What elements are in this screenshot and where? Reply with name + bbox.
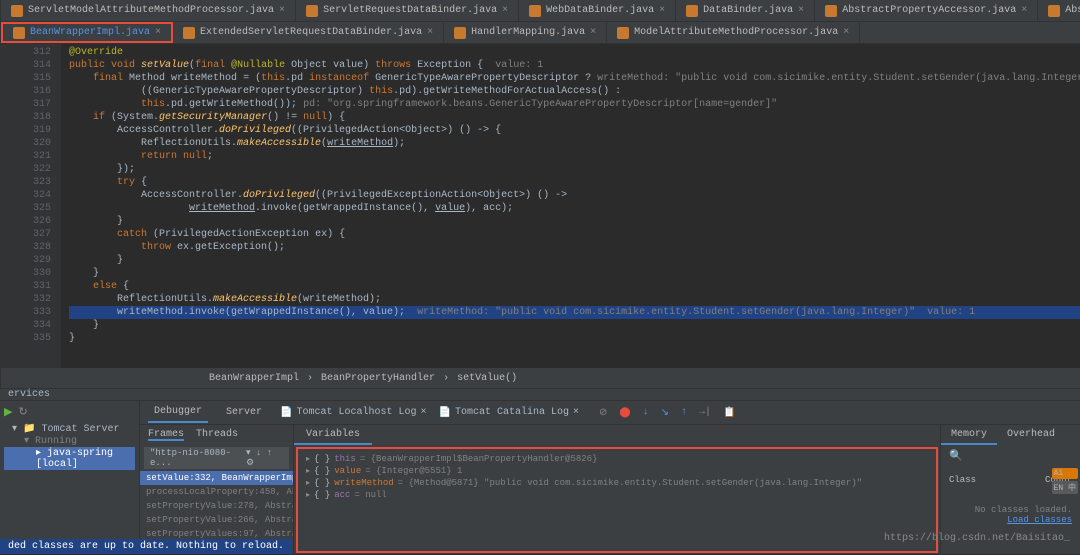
search-icon[interactable]: 🔍 (949, 449, 963, 463)
evaluate-icon[interactable]: 📋 (723, 407, 735, 419)
services-tree[interactable]: ▶ ↻ ▾ 📁 Tomcat Server ▾ Running ▸ java-s… (0, 401, 140, 555)
stack-frame[interactable]: setValue:332, BeanWrapperImpl$BeanProper… (140, 471, 293, 485)
side-toolbar: Ai EN 中 (1052, 468, 1078, 494)
tree-config[interactable]: ▸ java-spring [local] (4, 447, 135, 470)
services-panel: ervices ▶ ↻ ▾ 📁 Tomcat Server ▾ Running … (0, 388, 1080, 554)
tree-root[interactable]: ▾ 📁 Tomcat Server (4, 423, 135, 435)
status-bar: ded classes are up to date. Nothing to r… (0, 539, 292, 554)
close-icon[interactable]: × (427, 27, 433, 38)
debug-tabs: Debugger Server 📄 Tomcat Localhost Log ×… (140, 401, 1080, 425)
close-icon[interactable]: × (843, 27, 849, 38)
close-icon[interactable]: × (279, 5, 285, 16)
chevron-right-icon: › (443, 373, 449, 384)
stack-frame[interactable]: setPropertyValue:266, AbstractNestable (140, 513, 293, 527)
variables-content[interactable]: ▸ { } this = {BeanWrapperImpl$BeanProper… (296, 447, 938, 553)
editor-tab[interactable]: DataBinder.java× (676, 0, 815, 21)
tab-localhost-log[interactable]: 📄 Tomcat Localhost Log × (280, 407, 427, 419)
editor-area: ServletModelAttributeMethodProcessor.jav… (1, 0, 1080, 388)
close-icon[interactable]: × (155, 27, 161, 38)
java-file-icon (13, 27, 25, 39)
close-icon[interactable]: × (502, 5, 508, 16)
chevron-right-icon: › (307, 373, 313, 384)
thread-selector[interactable]: "http-nio-8080-e... ▾ ↓ ↑ ⚙ (144, 447, 289, 469)
no-classes-msg: No classes loaded. (975, 505, 1072, 515)
editor-tabs-row-2: BeanWrapperImpl.java×ExtendedServletRequ… (1, 22, 1080, 44)
breadcrumb-class[interactable]: BeanWrapperImpl (209, 373, 299, 384)
code-content[interactable]: @Override public void setValue(final @Nu… (61, 44, 1080, 368)
tab-catalina-log[interactable]: 📄 Tomcat Catalina Log × (439, 407, 580, 419)
step-icon[interactable]: ↘ (661, 407, 669, 419)
java-file-icon (686, 5, 698, 17)
java-file-icon (454, 27, 466, 39)
editor-tab[interactable]: WebDataBinder.java× (519, 0, 676, 21)
line-gutter: 3123143153163173183193203213223233243253… (1, 44, 61, 368)
load-classes-link[interactable]: Load classes (1007, 515, 1072, 525)
tab-server[interactable]: Server (220, 403, 268, 422)
close-icon[interactable]: × (659, 5, 665, 16)
stop-icon[interactable]: ↻ (18, 405, 27, 419)
run-to-cursor-icon[interactable]: →| (699, 407, 711, 418)
variable-row[interactable]: ▸ { } writeMethod = {Method@5871} "publi… (302, 477, 932, 489)
code-area: 3123143153163173183193203213223233243253… (1, 44, 1080, 368)
frames-tab[interactable]: Frames (148, 429, 184, 441)
step-into-icon[interactable]: ↓ (643, 407, 649, 418)
services-title: ervices (8, 389, 50, 400)
breadcrumb-inner[interactable]: BeanPropertyHandler (321, 373, 435, 384)
variables-panel: Variables ▸ { } this = {BeanWrapperImpl$… (294, 425, 940, 555)
editor-tab[interactable]: ExtendedServletRequestDataBinder.java× (173, 22, 444, 43)
memory-tab[interactable]: Memory (941, 425, 997, 445)
step-over-icon[interactable]: ⊘ (599, 407, 607, 419)
variables-tab[interactable]: Variables (294, 425, 372, 445)
java-file-icon (529, 5, 541, 17)
editor-tab[interactable]: HandlerMapping.java× (444, 22, 607, 43)
editor-tabs-row-1: ServletModelAttributeMethodProcessor.jav… (1, 0, 1080, 22)
variable-row[interactable]: ▸ { } acc = null (302, 489, 932, 501)
tab-debugger[interactable]: Debugger (148, 402, 208, 423)
breadcrumb[interactable]: BeanWrapperImpl › BeanPropertyHandler › … (1, 368, 1080, 388)
editor-tab[interactable]: ServletRequestDataBinder.java× (296, 0, 519, 21)
threads-tab[interactable]: Threads (196, 429, 238, 441)
variable-row[interactable]: ▸ { } value = {Integer@5551} 1 (302, 465, 932, 477)
close-icon[interactable]: × (1021, 5, 1027, 16)
java-file-icon (183, 27, 195, 39)
stack-frame[interactable]: setPropertyValue:278, AbstractNestable (140, 499, 293, 513)
editor-tab[interactable]: ServletModelAttributeMethodProcessor.jav… (1, 0, 296, 21)
step-out-icon[interactable]: ↑ (681, 407, 687, 418)
overhead-tab[interactable]: Overhead (997, 425, 1065, 445)
breadcrumb-method[interactable]: setValue() (457, 373, 517, 384)
stack-frame[interactable]: processLocalProperty:458, AbstractNestab… (140, 485, 293, 499)
watermark: https://blog.csdn.net/Baisitao_ (884, 533, 1070, 544)
variable-row[interactable]: ▸ { } this = {BeanWrapperImpl$BeanProper… (302, 453, 932, 465)
java-file-icon (825, 5, 837, 17)
editor-tab[interactable]: AbstractNestablePropertyAccessor× (1038, 0, 1080, 21)
services-header: ervices (0, 389, 1080, 401)
java-file-icon (11, 5, 23, 17)
java-file-icon (1048, 5, 1060, 17)
run-icon[interactable]: ▶ (4, 405, 12, 419)
close-icon[interactable]: × (590, 27, 596, 38)
close-icon[interactable]: × (798, 5, 804, 16)
editor-tab[interactable]: AbstractPropertyAccessor.java× (815, 0, 1038, 21)
stop-icon[interactable]: ⬤ (619, 407, 630, 419)
class-header: Class (949, 475, 976, 485)
frames-panel: Frames Threads "http-nio-8080-e... ▾ ↓ ↑… (140, 425, 294, 555)
editor-tab[interactable]: ModelAttributeMethodProcessor.java× (607, 22, 860, 43)
ai-badge[interactable]: Ai (1052, 468, 1078, 479)
lang-badge[interactable]: EN 中 (1052, 481, 1078, 494)
java-file-icon (617, 27, 629, 39)
tree-running[interactable]: ▾ Running (4, 435, 135, 447)
java-file-icon (306, 5, 318, 17)
editor-tab[interactable]: BeanWrapperImpl.java× (1, 22, 173, 43)
